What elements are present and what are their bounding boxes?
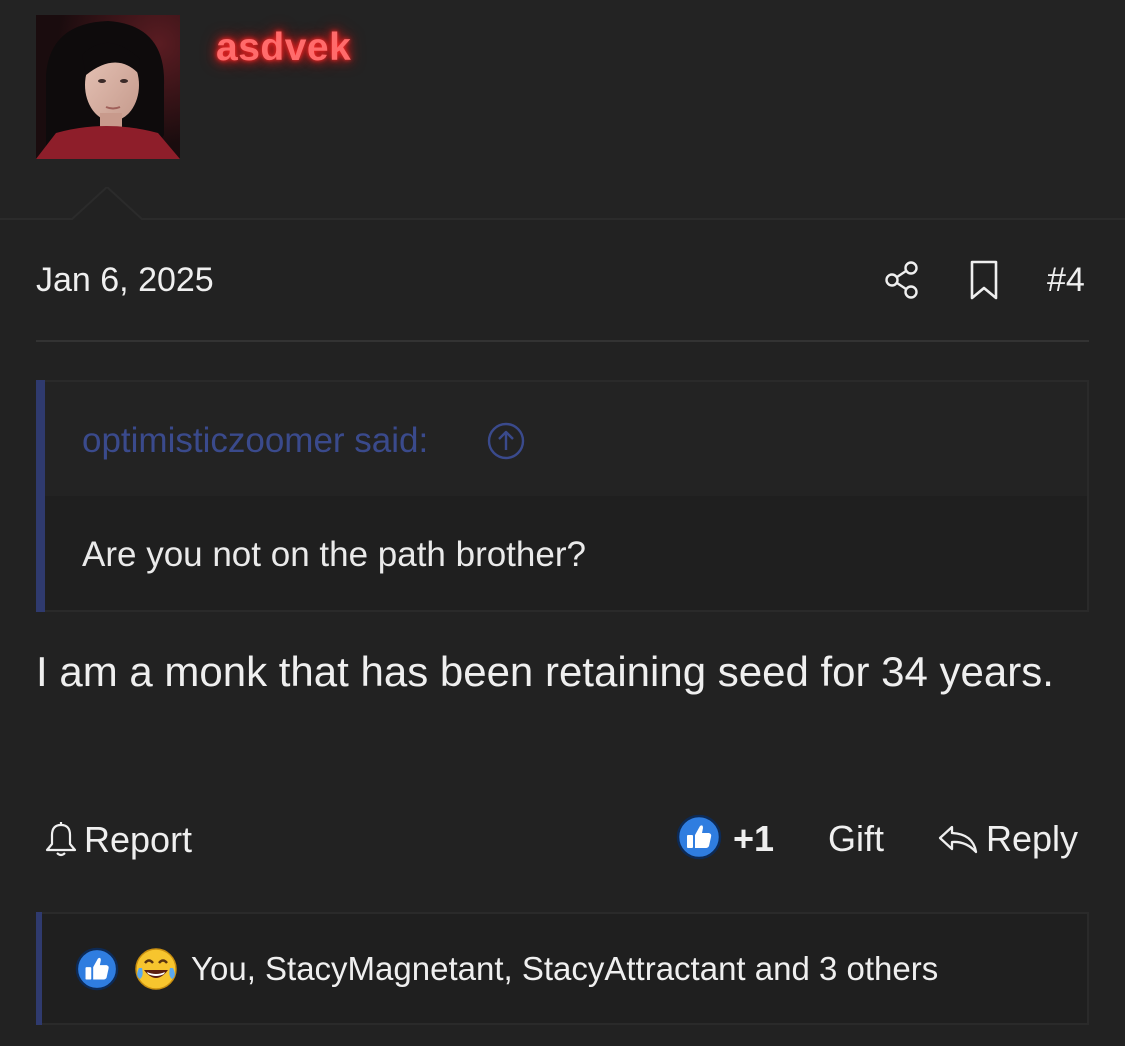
arrow-up-circle-icon[interactable] [486,421,526,461]
reaction-count[interactable]: +1 [733,818,774,860]
username[interactable]: asdvek [216,26,351,70]
post-body: I am a monk that has been retaining seed… [36,648,1054,695]
reply-label: Reply [986,818,1079,859]
header-divider [0,218,1125,220]
post-number[interactable]: #4 [1047,261,1085,300]
thumbs-up-icon [75,947,119,991]
quote-author[interactable]: optimisticzoomer said: [82,421,428,461]
tears-of-joy-icon [135,948,177,990]
post-date[interactable]: Jan 6, 2025 [36,261,214,300]
thumbs-up-icon[interactable] [676,814,722,860]
reply-icon [938,825,978,854]
quote-accent-bar [36,380,45,612]
gift-button[interactable]: Gift [828,818,884,860]
avatar-image [36,15,180,159]
share-icon[interactable] [883,260,923,300]
bookmark-icon[interactable] [966,259,1002,301]
reactions-summary[interactable]: You, StacyMagnetant, StacyAttractant and… [191,950,938,988]
report-button[interactable]: Report [44,818,192,862]
quote-text: Are you not on the path brother? [82,535,586,574]
meta-divider [36,340,1089,342]
forum-post: asdvek Jan 6, 2025 #4 optimisticzoomer s… [0,0,1125,1046]
bell-icon [45,822,77,857]
report-label: Report [84,819,193,860]
reply-button[interactable]: Reply [936,818,1078,860]
reactions-accent-bar [36,912,42,1025]
caret-pointer [71,187,143,220]
user-avatar[interactable] [36,15,180,159]
